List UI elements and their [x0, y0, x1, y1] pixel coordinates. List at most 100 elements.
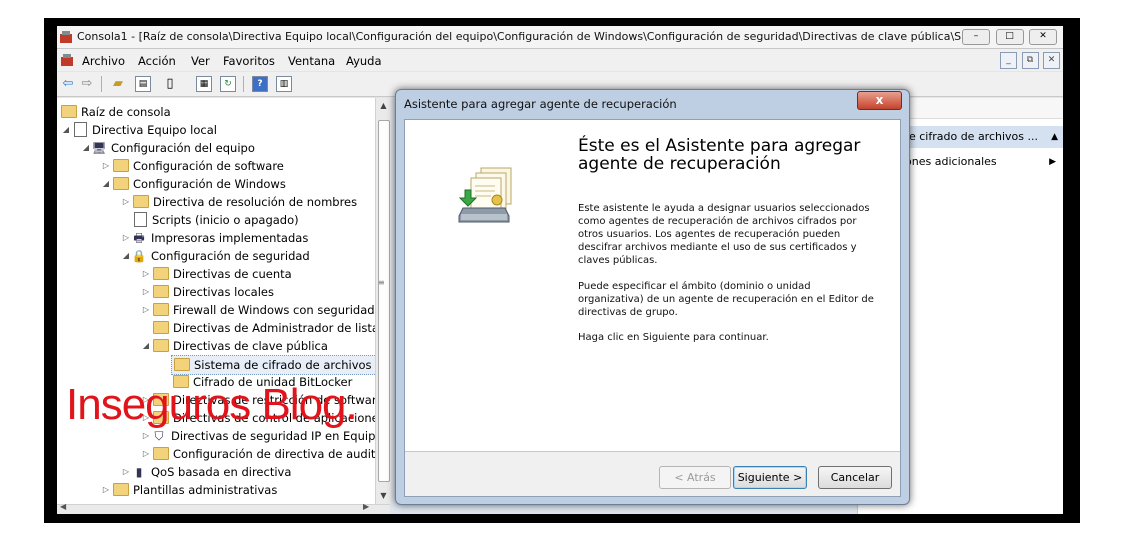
mdi-close-button[interactable]: ✕	[1043, 52, 1060, 69]
certificate-drive-icon	[458, 167, 512, 223]
tree-item-admin-listas[interactable]: Directivas de Administrador de listas c	[141, 319, 390, 337]
folder-icon	[153, 339, 169, 352]
collapse-arrow-icon[interactable]: ◢	[101, 175, 111, 193]
expand-arrow-icon[interactable]: ▷	[121, 463, 131, 481]
scroll-right-arrow-icon[interactable]: ▶	[363, 502, 369, 511]
watermark-text: Inseguros Blog.	[66, 380, 358, 429]
folder-icon	[153, 321, 169, 334]
forward-icon[interactable]: ⇨	[79, 76, 95, 92]
dialog-body: Éste es el Asistente para agregar agente…	[404, 119, 901, 497]
title-bar[interactable]: Consola1 - [Raíz de consola\Directiva Eq…	[57, 26, 1063, 49]
computer-icon: 🖥	[91, 141, 107, 155]
tree-item-clave-publica[interactable]: ◢ Directivas de clave pública	[141, 337, 328, 355]
up-folder-icon[interactable]: ▰	[110, 76, 126, 92]
collapse-arrow-icon[interactable]: ◢	[141, 337, 151, 355]
tree-item-raiz[interactable]: Raíz de consola	[59, 103, 171, 121]
tree-item-resolucion-nombres[interactable]: ▷ Directiva de resolución de nombres	[121, 193, 357, 211]
window-title: Consola1 - [Raíz de consola\Directiva Eq…	[77, 30, 969, 43]
scroll-left-arrow-icon[interactable]: ◀	[60, 502, 66, 511]
close-window-button[interactable]: ✕	[1029, 29, 1057, 45]
expand-arrow-icon[interactable]: ▷	[141, 283, 151, 301]
submenu-arrow-icon: ▶	[1049, 157, 1056, 167]
tree-vertical-scrollbar[interactable]: ▲ ≡ ▼	[375, 98, 391, 504]
tree-item-config-seguridad[interactable]: ◢ 🔒 Configuración de seguridad	[121, 247, 310, 265]
menu-accion[interactable]: Acción	[138, 54, 176, 68]
tree-item-config-software[interactable]: ▷ Configuración de software	[101, 157, 284, 175]
printer-icon: 🖶	[133, 231, 145, 245]
menu-ver[interactable]: Ver	[191, 54, 210, 68]
wizard-welcome-panel: Éste es el Asistente para agregar agente…	[405, 120, 900, 451]
help-icon[interactable]: ?	[252, 76, 268, 92]
tree-item-auditoria[interactable]: ▷ Configuración de directiva de auditori	[141, 445, 390, 463]
tree-item-firewall[interactable]: ▷ Firewall de Windows con seguridad av	[141, 301, 390, 319]
show-hide-action-icon[interactable]: ▥	[276, 76, 292, 92]
tree-item-directiva-equipo-local[interactable]: ◢ Directiva Equipo local	[61, 121, 217, 139]
policy-doc-icon	[74, 122, 87, 137]
expand-arrow-icon[interactable]: ▷	[121, 193, 131, 211]
cancel-button[interactable]: Cancelar	[818, 466, 892, 489]
scroll-down-arrow-icon[interactable]: ▼	[376, 488, 391, 504]
refresh-icon[interactable]: ↻	[220, 76, 236, 92]
tree-item-config-windows[interactable]: ◢ Configuración de Windows	[101, 175, 286, 193]
wizard-scope-note: Puede especificar el ámbito (dominio o u…	[578, 281, 874, 318]
expand-arrow-icon[interactable]: ▷	[101, 481, 111, 499]
collapse-arrow-icon[interactable]: ◢	[61, 121, 71, 139]
mdi-restore-button[interactable]: ⧉	[1021, 52, 1039, 69]
tree-item-directivas-locales[interactable]: ▷ Directivas locales	[141, 283, 274, 301]
expand-arrow-icon[interactable]: ▷	[141, 265, 151, 283]
expand-arrow-icon[interactable]: ▷	[141, 445, 151, 463]
recovery-agent-wizard-dialog: Asistente para agregar agente de recuper…	[395, 89, 910, 505]
dialog-separator	[405, 451, 900, 452]
scripts-icon	[134, 212, 147, 227]
wizard-description: Este asistente le ayuda a designar usuar…	[578, 203, 870, 266]
folder-icon	[113, 159, 129, 172]
folder-lock-icon	[153, 267, 169, 280]
scroll-thumb[interactable]	[378, 120, 390, 482]
tree-horizontal-scrollbar[interactable]: ◀ ▶	[57, 502, 390, 514]
expand-arrow-icon[interactable]: ▷	[101, 157, 111, 175]
tree-item-efs-selected[interactable]: Sistema de cifrado de archivos (EF	[171, 355, 390, 375]
folder-icon	[61, 105, 77, 118]
menu-bar: Archivo Acción Ver Favoritos Ventana Ayu…	[57, 49, 1063, 71]
folder-icon	[153, 303, 169, 316]
tree-item-configuracion-equipo[interactable]: ◢ 🖥 Configuración del equipo	[81, 139, 255, 157]
tree-item-impresoras[interactable]: ▷ 🖶 Impresoras implementadas	[121, 229, 308, 247]
folder-icon	[113, 483, 129, 496]
collapse-up-icon[interactable]: ▲	[1051, 126, 1058, 148]
folder-icon	[153, 447, 169, 460]
dialog-title: Asistente para agregar agente de recuper…	[404, 97, 677, 111]
minimize-button[interactable]: –	[962, 29, 990, 45]
qos-chart-icon: ▮	[135, 465, 143, 479]
menu-ventana[interactable]: Ventana	[288, 54, 335, 68]
menu-ayuda[interactable]: Ayuda	[346, 54, 382, 68]
scroll-up-arrow-icon[interactable]: ▲	[376, 98, 391, 114]
menu-archivo[interactable]: Archivo	[82, 54, 125, 68]
console-menu-icon[interactable]	[60, 53, 74, 67]
tree-item-scripts[interactable]: Scripts (inicio o apagado)	[121, 211, 299, 229]
tree-item-plantillas[interactable]: ▷ Plantillas administrativas	[101, 481, 277, 499]
wizard-continue-note: Haga clic en Siguiente para continuar.	[578, 332, 769, 343]
mdi-minimize-button[interactable]: _	[1000, 52, 1017, 69]
back-icon[interactable]: ⇦	[60, 76, 76, 92]
menu-favoritos[interactable]: Favoritos	[223, 54, 275, 68]
dialog-close-button[interactable]: x	[857, 91, 902, 110]
collapse-arrow-icon[interactable]: ◢	[121, 247, 131, 265]
toolbar-separator	[101, 76, 102, 92]
tree-item-directivas-cuenta[interactable]: ▷ Directivas de cuenta	[141, 265, 292, 283]
tree-item-qos[interactable]: ▷ ▮ QoS basada en directiva	[121, 463, 291, 481]
expand-arrow-icon[interactable]: ▷	[121, 229, 131, 247]
properties-icon[interactable]: ▦	[196, 76, 212, 92]
clipboard-icon[interactable]: ▯	[162, 76, 178, 92]
maximize-button[interactable]: □	[995, 29, 1024, 45]
folder-icon	[113, 177, 129, 190]
folder-icon	[133, 195, 149, 208]
next-button[interactable]: Siguiente >	[733, 466, 807, 489]
back-button[interactable]: < Atrás	[659, 466, 731, 489]
console-app-icon	[60, 31, 72, 43]
toolbar-separator	[243, 76, 244, 92]
wizard-sidebar	[405, 120, 568, 451]
expand-arrow-icon[interactable]: ▷	[141, 301, 151, 319]
show-hide-tree-icon[interactable]: ▤	[135, 76, 151, 92]
folder-icon	[174, 358, 190, 371]
collapse-arrow-icon[interactable]: ◢	[81, 139, 91, 157]
